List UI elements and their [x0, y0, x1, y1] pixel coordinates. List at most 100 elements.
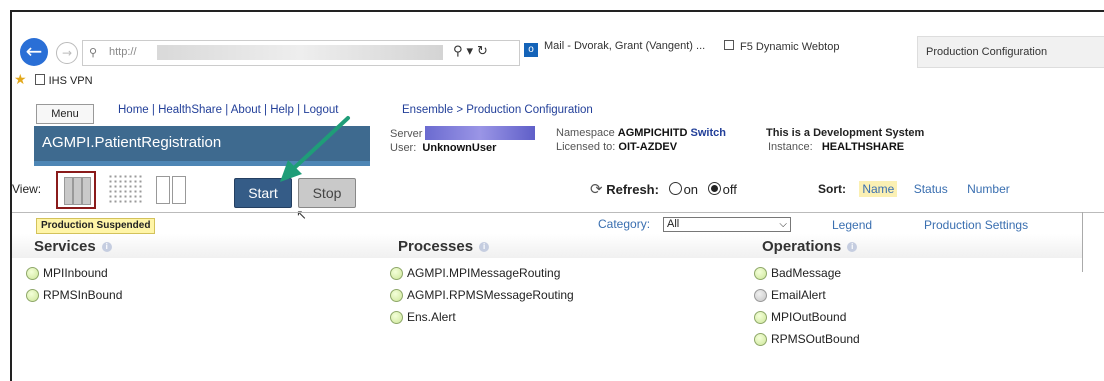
operation-name: BadMessage — [771, 266, 842, 280]
page-icon — [724, 40, 734, 50]
operations-header: Operations i — [762, 238, 858, 255]
operation-item[interactable]: EmailAlert — [754, 288, 860, 310]
service-name: RPMSInBound — [43, 288, 123, 302]
operation-name: MPIOutBound — [771, 310, 847, 324]
help-link[interactable]: Help — [270, 104, 294, 116]
refresh-icon[interactable]: ⟳ — [590, 180, 603, 198]
info-icon[interactable]: i — [101, 242, 112, 252]
namespace-label: Namespace — [556, 127, 615, 139]
namespace-value: AGMPICHITD — [617, 127, 688, 139]
view-label: View: — [12, 182, 42, 196]
process-item[interactable]: AGMPI.RPMSMessageRouting — [390, 288, 574, 310]
legend-link[interactable]: Legend — [832, 218, 872, 232]
tab-mail[interactable]: o Mail - Dvorak, Grant (Vangent) ... — [524, 40, 705, 64]
page-icon — [34, 74, 45, 85]
logout-link[interactable]: Logout — [303, 104, 338, 116]
operation-item[interactable]: BadMessage — [754, 266, 860, 288]
licensed-value: OIT-AZDEV — [618, 141, 678, 153]
tab-webtop[interactable]: F5 Dynamic Webtop — [724, 40, 839, 64]
category-select[interactable]: All ⌵ — [663, 217, 791, 232]
home-link[interactable]: Home — [118, 104, 149, 116]
grid-view-icon[interactable] — [108, 174, 142, 204]
browser-window: ← → ⚲ http:// ⚲▾↻ o Mail - Dvorak, Grant … — [10, 10, 1104, 381]
view-column-bar — [82, 177, 91, 205]
info-icon[interactable]: i — [479, 242, 490, 252]
server-label: Server — [390, 128, 423, 140]
service-item[interactable]: MPIInbound — [26, 266, 122, 288]
breadcrumb[interactable]: Ensemble > Production Configuration — [402, 104, 593, 116]
processes-header: Processes i — [398, 238, 490, 255]
status-light-icon — [390, 289, 403, 302]
forward-arrow-icon[interactable]: → — [56, 42, 78, 64]
chevron-down-icon: ⌵ — [779, 219, 787, 230]
favorites-star-icon[interactable]: ★ — [14, 72, 27, 88]
column-view-icon[interactable] — [56, 171, 96, 209]
process-item[interactable]: Ens.Alert — [390, 310, 574, 332]
sort-number-option[interactable]: Number — [964, 181, 1013, 197]
back-arrow-icon[interactable]: ← — [20, 38, 48, 66]
status-badge: Production Suspended — [36, 218, 156, 234]
services-header: Services i — [34, 238, 112, 255]
production-settings-link[interactable]: Production Settings — [924, 218, 1028, 232]
operation-name: EmailAlert — [771, 288, 826, 302]
instance-info: Instance: HEALTHSHARE — [768, 140, 904, 154]
outlook-icon: o — [524, 43, 538, 57]
status-light-icon — [754, 311, 767, 324]
info-icon[interactable]: i — [847, 242, 858, 252]
divider — [12, 212, 1104, 213]
operation-item[interactable]: MPIOutBound — [754, 310, 860, 332]
production-name-banner: AGMPI.PatientRegistration — [34, 126, 370, 166]
search-refresh-controls[interactable]: ⚲▾↻ — [453, 44, 492, 59]
address-input[interactable]: ⚲ http:// ⚲▾↻ — [82, 40, 520, 66]
menu-button[interactable]: Menu — [36, 104, 94, 124]
server-user-info: Server User: UnknownUser — [390, 126, 536, 155]
category-value: All — [667, 218, 680, 230]
process-item[interactable]: AGMPI.MPIMessageRouting — [390, 266, 574, 288]
favorite-ihs-vpn[interactable]: IHS VPN — [49, 75, 93, 87]
favorites-bar: ★ IHS VPN — [14, 72, 93, 94]
switch-link[interactable]: Switch — [691, 127, 726, 139]
system-note: This is a Development System — [766, 127, 925, 139]
status-light-icon — [754, 289, 767, 302]
stop-button[interactable]: Stop — [298, 178, 356, 208]
refresh-control: ⟳ Refresh: on off — [590, 180, 737, 198]
services-title: Services — [34, 238, 96, 255]
split-view-icon[interactable] — [154, 176, 188, 204]
processes-title: Processes — [398, 238, 474, 255]
url-text: http:// — [109, 46, 137, 58]
toolbar: View: Start Stop ⟳ Refresh: on off Sort:… — [12, 170, 1104, 210]
column-header-band — [12, 234, 1082, 258]
panel-border — [1082, 212, 1083, 272]
operation-name: RPMSOutBound — [771, 332, 860, 346]
operation-item[interactable]: RPMSOutBound — [754, 332, 860, 354]
refresh-off-label: off — [722, 182, 737, 197]
status-light-icon — [26, 289, 39, 302]
tab-active-label: Production Configuration — [926, 46, 1048, 58]
redacted-url — [157, 45, 443, 60]
refresh-off-radio[interactable] — [707, 182, 721, 195]
user-label: User: — [390, 142, 417, 154]
instance-label: Instance: — [768, 141, 813, 153]
tab-production-configuration[interactable]: Production Configuration — [917, 36, 1104, 68]
top-links: Home | HealthShare | About | Help | Logo… — [118, 104, 339, 116]
namespace-info: Namespace AGMPICHITD Switch Licensed to:… — [556, 126, 726, 154]
process-name: AGMPI.RPMSMessageRouting — [407, 288, 574, 302]
user-value: UnknownUser — [422, 142, 497, 154]
operations-list: BadMessage EmailAlert MPIOutBound RPMSOu… — [754, 266, 860, 354]
service-item[interactable]: RPMSInBound — [26, 288, 122, 310]
status-light-icon — [390, 267, 403, 280]
start-button[interactable]: Start — [234, 178, 292, 208]
licensed-label: Licensed to: — [556, 141, 616, 153]
healthshare-link[interactable]: HealthShare — [158, 104, 222, 116]
sort-name-option[interactable]: Name — [859, 181, 898, 197]
refresh-on-radio[interactable] — [668, 182, 682, 195]
category-label: Category: — [598, 217, 651, 231]
page-header: Menu Home | HealthShare | About | Help |… — [12, 98, 1104, 178]
process-name: Ens.Alert — [407, 310, 456, 324]
view-panel — [172, 176, 186, 204]
sort-status-option[interactable]: Status — [911, 181, 951, 197]
instance-value: HEALTHSHARE — [821, 141, 905, 153]
processes-list: AGMPI.MPIMessageRouting AGMPI.RPMSMessag… — [390, 266, 574, 332]
mouse-cursor-icon: ↖ — [296, 208, 307, 223]
about-link[interactable]: About — [231, 104, 261, 116]
